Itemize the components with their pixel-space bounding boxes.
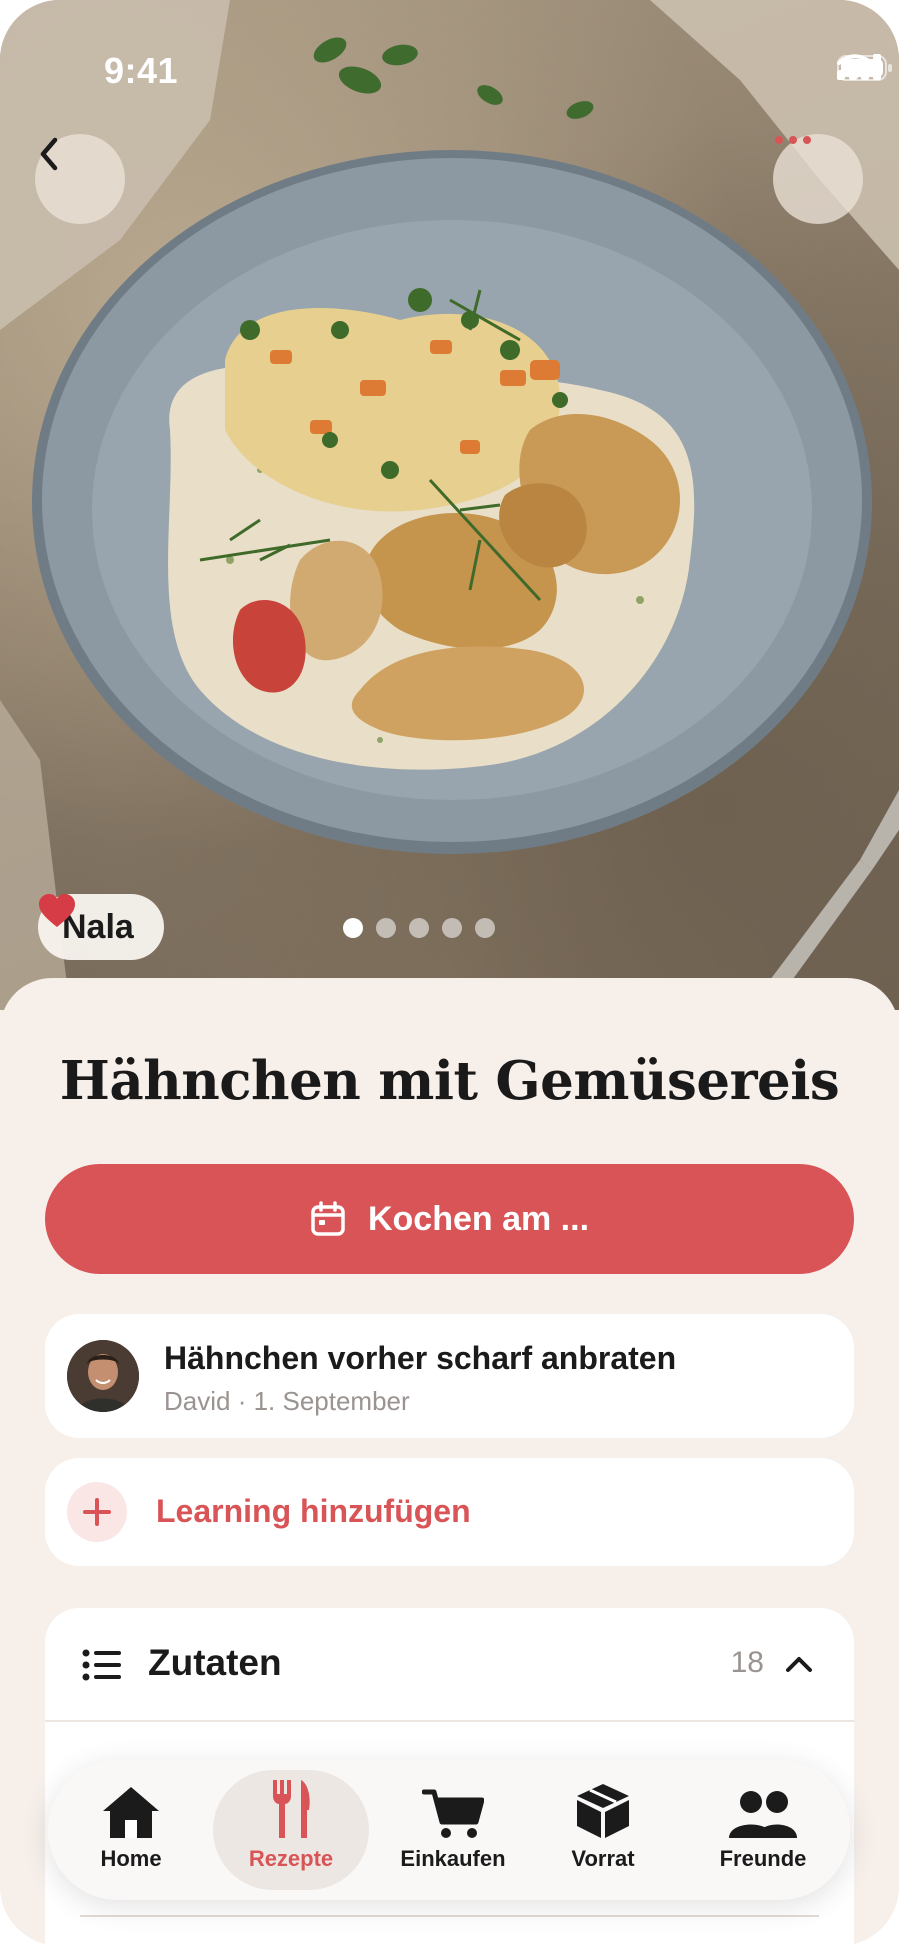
list-icon <box>82 1649 121 1681</box>
avatar-illustration <box>67 1340 139 1412</box>
pager-dot[interactable] <box>409 918 429 938</box>
plus-icon <box>83 1498 111 1526</box>
chevron-left-icon <box>40 137 58 171</box>
battery-icon <box>837 55 892 81</box>
ellipsis-icon <box>775 136 811 144</box>
recipe-photo-illustration <box>0 0 899 1010</box>
plus-icon-badge <box>67 1482 127 1542</box>
tab-label: Freunde <box>719 1846 807 1871</box>
heart-icon <box>39 894 75 927</box>
tab-label: Vorrat <box>571 1846 635 1871</box>
avatar <box>67 1340 139 1412</box>
cart-icon <box>422 1789 484 1838</box>
ingredients-count: 18 <box>730 1646 764 1679</box>
bottom-divider <box>80 1915 819 1917</box>
learning-card[interactable]: Hähnchen vorher scharf anbraten David · … <box>45 1314 854 1438</box>
pager-dot[interactable] <box>343 918 363 938</box>
tab-pantry[interactable]: Vorrat <box>548 1770 658 1890</box>
tab-label: Rezepte <box>248 1846 334 1871</box>
recipe-photo[interactable]: 9:41 Nala <box>0 0 899 1010</box>
tab-shopping[interactable]: Einkaufen <box>388 1770 518 1890</box>
pager-dot[interactable] <box>442 918 462 938</box>
people-icon <box>729 1791 797 1838</box>
pager-dot[interactable] <box>376 918 396 938</box>
tab-bar: Home Rezepte Einkaufen Vorrat Freunde <box>48 1760 850 1900</box>
phone-screen: 9:41 Nala Hähnchen mit Gemüsereis Kochen… <box>0 0 899 1946</box>
calendar-icon <box>311 1201 345 1236</box>
house-icon <box>103 1787 159 1838</box>
more-button[interactable] <box>773 134 863 224</box>
cook-on-label: Kochen am ... <box>367 1199 590 1238</box>
recipe-title: Hähnchen mit Gemüsereis <box>59 1050 840 1112</box>
image-pager[interactable] <box>343 918 495 938</box>
fork-knife-icon <box>273 1780 310 1838</box>
chevron-up-icon[interactable] <box>784 1654 814 1674</box>
add-learning-button[interactable]: Learning hinzufügen <box>45 1458 854 1566</box>
tab-home[interactable]: Home <box>76 1770 186 1890</box>
tab-label: Einkaufen <box>400 1846 506 1871</box>
learning-meta: David · 1. September <box>164 1386 410 1416</box>
ingredients-title: Zutaten <box>148 1642 282 1683</box>
cook-on-button[interactable]: Kochen am ... <box>45 1164 854 1274</box>
ingredients-header[interactable]: Zutaten 18 <box>45 1608 854 1722</box>
like-chip[interactable]: Nala <box>38 894 164 960</box>
back-button[interactable] <box>35 134 125 224</box>
tab-label: Home <box>100 1846 162 1871</box>
learning-title: Hähnchen vorher scharf anbraten <box>164 1340 677 1376</box>
pager-dot[interactable] <box>475 918 495 938</box>
tab-friends[interactable]: Freunde <box>703 1770 823 1890</box>
add-learning-label: Learning hinzufügen <box>156 1493 471 1529</box>
box-icon <box>577 1784 629 1838</box>
tab-recipes[interactable]: Rezepte <box>213 1770 369 1890</box>
status-time: 9:41 <box>104 50 179 91</box>
